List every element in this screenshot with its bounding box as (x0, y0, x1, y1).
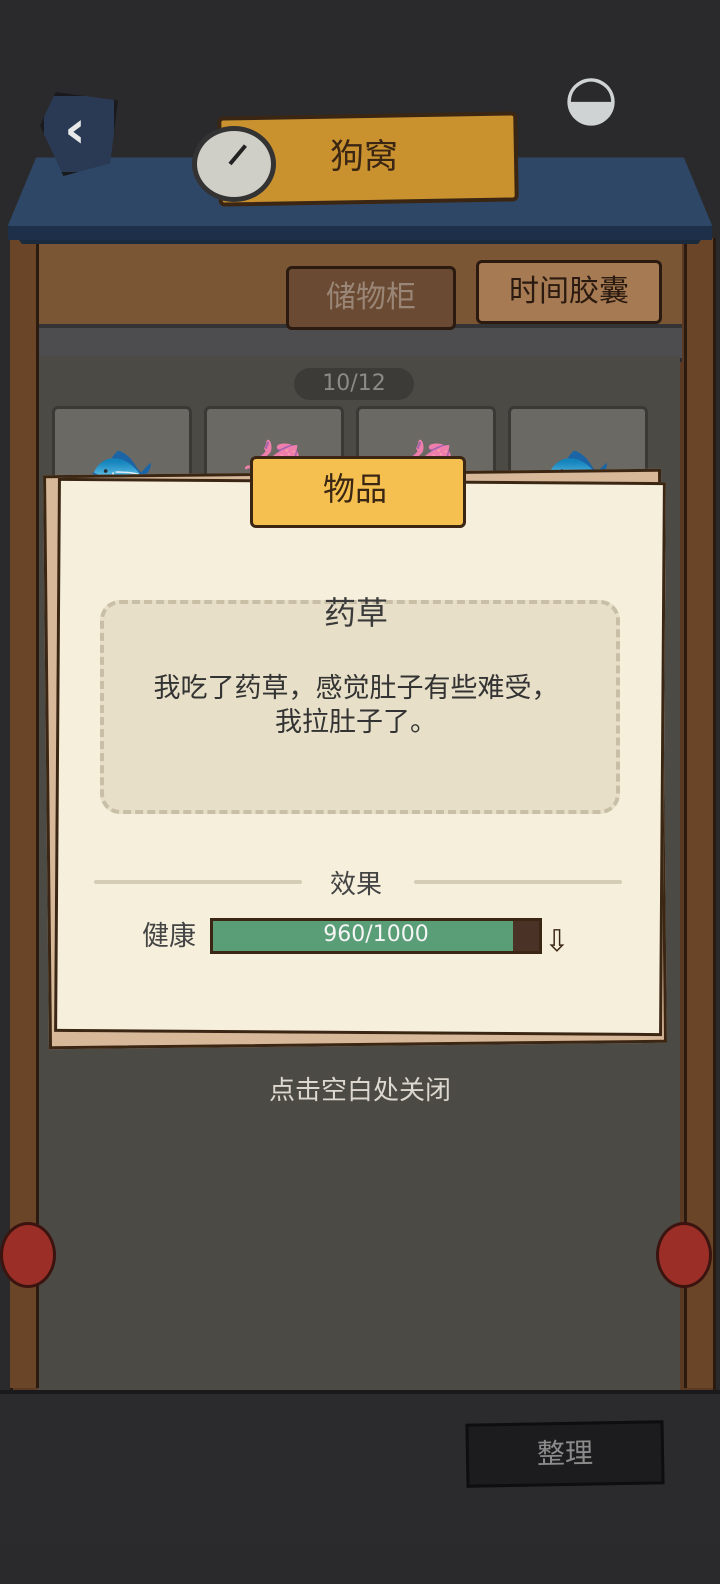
health-label: 健康 (142, 921, 196, 952)
tab-time-capsule[interactable]: 时间胶囊 (476, 260, 662, 324)
item-description: 我吃了药草，感觉肚子有些难受，我拉肚子了。 (153, 673, 559, 738)
popup-title: 物品 (322, 470, 387, 508)
item-name: 药草 (323, 594, 388, 632)
back-arrow-icon[interactable]: ‹ (50, 100, 100, 160)
right-lever-knob (656, 1222, 712, 1288)
storage-count: 10/12 (294, 368, 414, 400)
tidy-button[interactable]: 整理 (465, 1420, 665, 1488)
roof-edge (8, 226, 712, 240)
health-value: 960/1000 (323, 922, 429, 947)
right-post (684, 238, 713, 1388)
divider-left (94, 880, 302, 884)
satellite-dish-icon: ◒ (563, 60, 619, 133)
left-post (10, 238, 39, 1388)
effect-label: 效果 (329, 870, 382, 900)
clock-icon (192, 126, 276, 202)
divider-right (414, 880, 622, 884)
left-lever-knob (0, 1222, 56, 1288)
tab-storage[interactable]: 储物柜 (286, 266, 456, 330)
down-arrow-icon: ⇩ (544, 924, 570, 959)
close-hint[interactable]: 点击空白处关闭 (0, 1070, 720, 1107)
